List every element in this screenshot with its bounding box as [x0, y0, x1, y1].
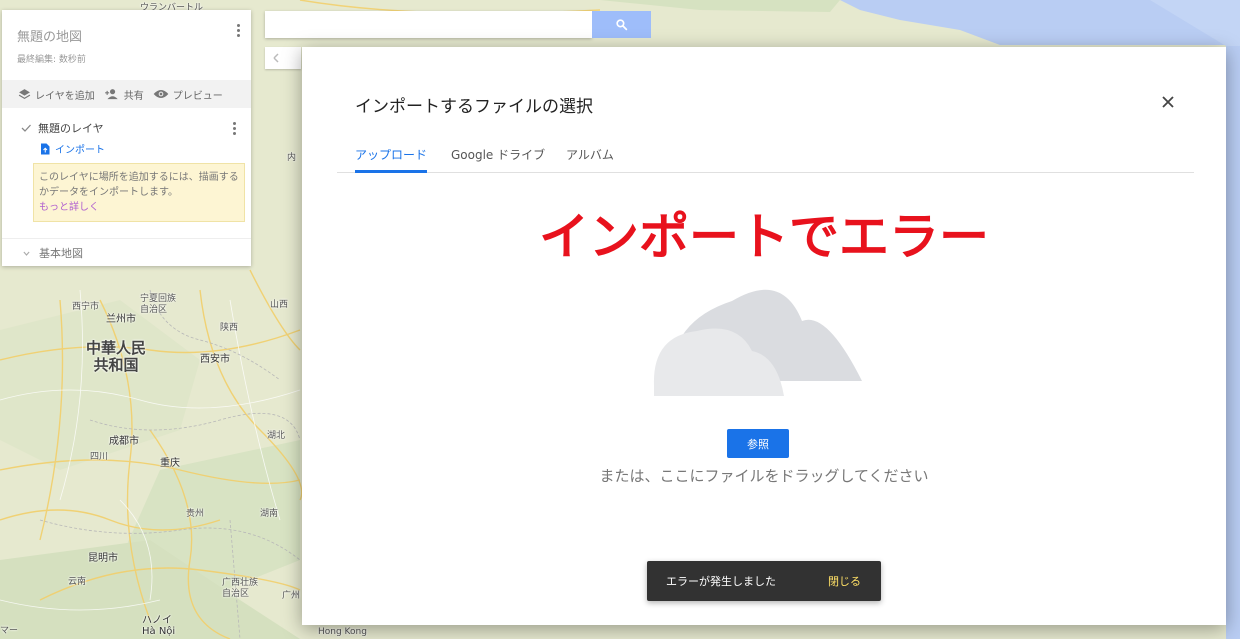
layers-icon [18, 89, 31, 100]
add-person-icon [104, 89, 118, 100]
map-label-hunan: 湖南 [260, 509, 279, 519]
undo-icon [273, 53, 279, 63]
cloud-icon [653, 289, 862, 396]
layer-checkbox[interactable] [20, 122, 32, 134]
share-button[interactable]: 共有 [104, 87, 144, 102]
layer-name[interactable]: 無題のレイヤ [38, 120, 104, 136]
map-label-chengdu: 成都市 [109, 436, 139, 447]
share-label: 共有 [123, 90, 144, 102]
layer-options-icon[interactable] [233, 122, 236, 135]
map-label-inner: 内 [287, 153, 297, 163]
import-link-label: インポート [55, 145, 105, 156]
eye-icon [153, 90, 169, 98]
map-label-shaanxi: 陕西 [220, 323, 239, 333]
tab-google-drive[interactable]: Google ドライブ [451, 146, 545, 173]
map-label-hanoi: ハノイ Hà Nội [142, 615, 176, 637]
drag-drop-text: または、ここにファイルをドラッグしてください [599, 467, 929, 485]
layer-hint-text: このレイヤに場所を追加するには、描画するかデータをインポートします。 [39, 172, 239, 198]
map-panel: 無題の地図 最終編集: 数秒前 レイヤを追加 共有 プレビュー 無題のレイヤ イ… [2, 10, 251, 266]
map-label-chongqing: 重庆 [160, 458, 180, 469]
error-snackbar: エラーが発生しました 閉じる [647, 561, 881, 601]
search-input[interactable] [265, 11, 592, 38]
search-icon [616, 19, 628, 31]
expand-arrow-icon [23, 251, 30, 256]
browse-button[interactable]: 参照 [727, 429, 789, 458]
add-layer-label: レイヤを追加 [35, 90, 95, 102]
layer-item: 無題のレイヤ インポート [20, 120, 246, 156]
map-label-yunnan: 云南 [68, 577, 87, 587]
last-edited-text: 最終編集: 数秒前 [17, 55, 86, 65]
map-label-kunming: 昆明市 [88, 553, 118, 564]
snackbar-message: エラーが発生しました [666, 575, 776, 588]
layer-hint: このレイヤに場所を追加するには、描画するかデータをインポートします。 もっと詳し… [33, 163, 245, 222]
tab-album[interactable]: アルバム [566, 146, 614, 173]
map-label-xian: 西安市 [200, 354, 230, 365]
map-title[interactable]: 無題の地図 [17, 26, 82, 45]
map-toolbar[interactable] [265, 47, 301, 69]
close-icon[interactable] [1160, 94, 1176, 110]
base-map-section: 基本地図 [2, 238, 251, 261]
map-label-guangxi: 广西壮族 自治区 [222, 578, 259, 599]
map-label-hubei: 湖北 [267, 431, 286, 441]
map-options-icon[interactable] [237, 24, 241, 37]
map-label-lanzhou: 兰州市 [106, 314, 136, 325]
map-label-sichuan: 四川 [90, 452, 109, 462]
import-dialog: インポートするファイルの選択 アップロード Google ドライブ アルバム イ… [302, 47, 1226, 625]
import-link[interactable]: インポート [40, 141, 246, 156]
map-label-guizhou: 贵州 [186, 509, 205, 519]
base-map-label: 基本地図 [39, 247, 83, 260]
search-button[interactable] [592, 11, 651, 38]
snackbar-close-button[interactable]: 閉じる [828, 573, 861, 589]
add-layer-button[interactable]: レイヤを追加 [18, 87, 95, 102]
map-label-edge: マー [0, 626, 19, 636]
panel-actions: レイヤを追加 共有 プレビュー [2, 80, 251, 108]
file-upload-icon [41, 143, 50, 154]
tab-upload[interactable]: アップロード [355, 146, 428, 173]
map-label-shanxi: 山西 [270, 300, 289, 310]
dialog-title: インポートするファイルの選択 [355, 97, 593, 117]
preview-button[interactable]: プレビュー [153, 87, 223, 102]
base-map-row[interactable]: 基本地図 [22, 245, 251, 261]
map-label-guangdong: 广州 [282, 591, 301, 601]
preview-label: プレビュー [172, 90, 223, 102]
map-label-xining: 西宁市 [72, 302, 100, 312]
map-label-hongkong: Hong Kong [318, 627, 367, 637]
map-label-ningxia: 宁夏回族 自治区 [140, 294, 177, 315]
learn-more-link[interactable]: もっと詳しく [39, 202, 99, 213]
dialog-tabs: アップロード Google ドライブ アルバム [337, 142, 1194, 173]
error-overlay-text: インポートでエラー [539, 208, 989, 266]
map-label-china: 中華人民 共和国 [86, 339, 147, 374]
